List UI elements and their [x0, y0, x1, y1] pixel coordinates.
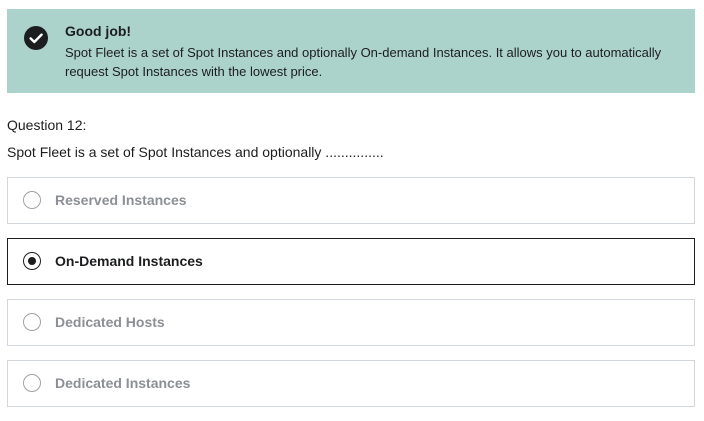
alert-explanation-line: Spot Fleet is a set of Spot Instances an… [65, 45, 662, 60]
answer-option-label: Dedicated Hosts [55, 314, 165, 330]
alert-explanation-line: request Spot Instances with the lowest p… [65, 64, 323, 79]
radio-button[interactable] [23, 313, 41, 331]
answer-option-label: Reserved Instances [55, 192, 187, 208]
question-text: Spot Fleet is a set of Spot Instances an… [7, 144, 384, 160]
check-circle-icon [24, 26, 48, 50]
answer-option-dedicated-instances[interactable]: Dedicated Instances [7, 360, 695, 407]
answer-option-label: On-Demand Instances [55, 253, 203, 269]
question-number: Question 12: [7, 117, 87, 133]
radio-button[interactable] [23, 374, 41, 392]
answer-option-label: Dedicated Instances [55, 375, 191, 391]
answer-option-dedicated-hosts[interactable]: Dedicated Hosts [7, 299, 695, 346]
alert-explanation: Spot Fleet is a set of Spot Instances an… [65, 43, 665, 81]
radio-button-selected[interactable] [23, 252, 41, 270]
answer-option-reserved-instances[interactable]: Reserved Instances [7, 177, 695, 224]
result-alert: Good job! Spot Fleet is a set of Spot In… [7, 9, 695, 93]
radio-dot-icon [28, 257, 36, 265]
radio-button[interactable] [23, 191, 41, 209]
answer-option-on-demand-instances[interactable]: On-Demand Instances [7, 238, 695, 285]
alert-title: Good job! [65, 23, 132, 39]
